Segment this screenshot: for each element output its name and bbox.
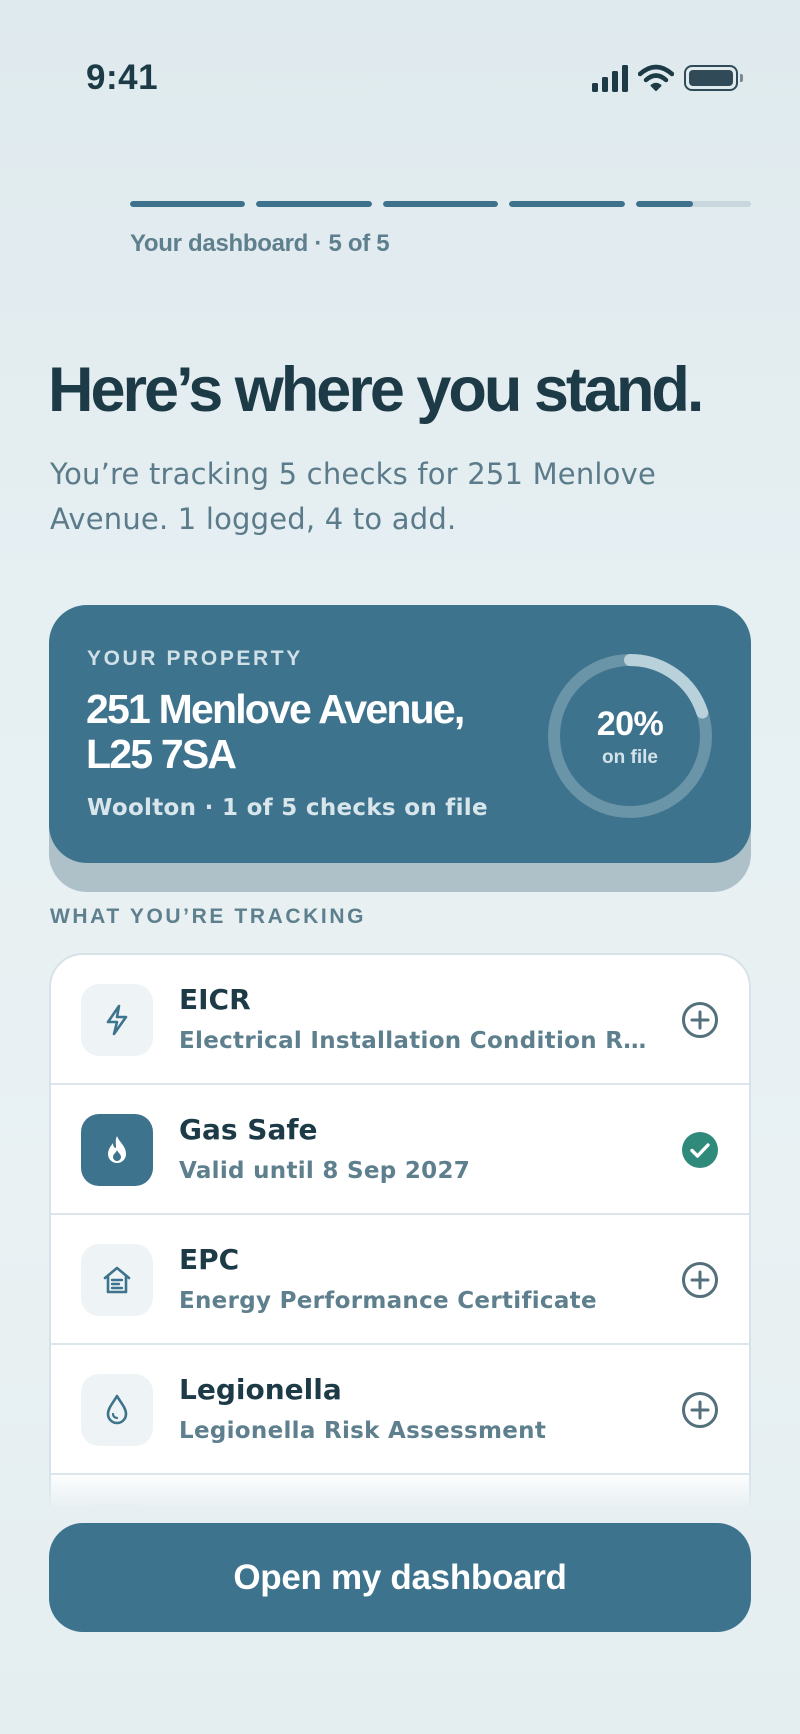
bolt-icon	[81, 984, 153, 1056]
tracking-item-epc[interactable]: EPC Energy Performance Certificate	[51, 1215, 749, 1345]
list-fade	[49, 1470, 751, 1510]
wifi-icon	[638, 64, 674, 91]
property-eyebrow: YOUR PROPERTY	[87, 647, 303, 670]
status-icons	[592, 64, 743, 92]
progress-segment	[382, 201, 499, 207]
property-card: YOUR PROPERTY 251 Menlove Avenue, L25 7S…	[49, 605, 751, 863]
tracking-item-title: Gas Safe	[179, 1113, 318, 1146]
tracking-item-title: EICR	[179, 983, 251, 1016]
page-subtitle: You’re tracking 5 checks for 251 Menlove…	[50, 457, 657, 536]
add-circle-icon[interactable]	[681, 1001, 719, 1039]
add-circle-icon[interactable]	[681, 1261, 719, 1299]
water-drop-icon	[81, 1374, 153, 1446]
property-address: 251 Menlove Avenue, L25 7SA	[86, 686, 465, 777]
tracking-item-gas-safe[interactable]: Gas Safe Valid until 8 Sep 2027	[51, 1085, 749, 1215]
tracking-list: EICR Electrical Installation Condition R…	[49, 953, 751, 1508]
property-meta: Woolton · 1 of 5 checks on file	[87, 795, 488, 821]
tracking-item-eicr[interactable]: EICR Electrical Installation Condition R…	[51, 955, 749, 1085]
tracking-item-legionella[interactable]: Legionella Legionella Risk Assessment	[51, 1345, 749, 1475]
check-circle-icon	[682, 1132, 718, 1168]
progress-segment	[509, 201, 625, 207]
progress-label: Your dashboard · 5 of 5	[130, 230, 390, 257]
tracking-item-title: Legionella	[179, 1373, 342, 1406]
progress-segment	[130, 201, 246, 207]
ring-percentage: 20%	[596, 705, 664, 743]
flame-icon	[81, 1114, 153, 1186]
tracking-item-subtitle: Valid until 8 Sep 2027	[179, 1158, 471, 1184]
status-bar: 9:41	[0, 0, 800, 160]
tracking-item-title: EPC	[179, 1243, 240, 1276]
onboarding-progress	[130, 201, 752, 207]
tracking-item-subtitle: Electrical Installation Condition Rep...	[179, 1028, 657, 1054]
ring-caption: on file	[602, 747, 658, 768]
page-title: Here’s where you stand.	[48, 355, 704, 425]
list-scroll-mask	[40, 1506, 760, 1516]
add-circle-icon[interactable]	[681, 1391, 719, 1429]
cellular-signal-icon	[592, 64, 628, 92]
progress-segment	[635, 201, 752, 207]
battery-icon	[684, 65, 743, 91]
house-icon	[81, 1244, 153, 1316]
progress-ring-label: 20% on file	[545, 651, 715, 821]
status-time: 9:41	[86, 58, 159, 97]
open-dashboard-button[interactable]: Open my dashboard	[49, 1523, 751, 1632]
section-label-tracking: WHAT YOU’RE TRACKING	[50, 905, 367, 928]
tracking-item-subtitle: Legionella Risk Assessment	[179, 1418, 547, 1444]
tracking-item-subtitle: Energy Performance Certificate	[179, 1288, 597, 1314]
progress-segment	[256, 201, 372, 207]
